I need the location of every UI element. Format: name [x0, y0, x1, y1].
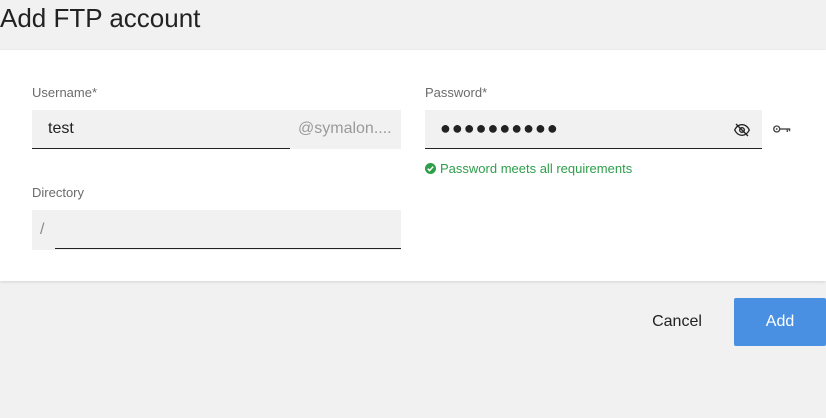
username-field[interactable]: test — [32, 110, 290, 149]
username-value: test — [48, 120, 74, 137]
password-value: ●●●●●●●●●● — [440, 118, 559, 138]
directory-input[interactable] — [55, 210, 401, 249]
key-icon[interactable] — [773, 123, 791, 135]
username-label: Username* — [32, 85, 98, 100]
password-hint: Password meets all requirements — [425, 161, 632, 176]
password-hint-text: Password meets all requirements — [440, 161, 633, 176]
form-card: Username* test @symalon.... Password* ●●… — [0, 50, 826, 281]
username-domain-suffix: @symalon.... — [290, 110, 401, 149]
check-circle-icon — [425, 163, 436, 174]
directory-label: Directory — [32, 185, 85, 200]
directory-prefix: / — [40, 221, 45, 238]
cancel-button[interactable]: Cancel — [640, 298, 714, 346]
password-field[interactable]: ●●●●●●●●●● — [425, 110, 762, 149]
eye-off-icon[interactable] — [733, 122, 751, 138]
page-title: Add FTP account — [0, 3, 201, 33]
add-button[interactable]: Add — [734, 298, 826, 346]
password-label: Password* — [425, 85, 488, 100]
add-ftp-account-page: Add FTP account Username* test @symalon.… — [0, 0, 826, 418]
directory-field-wrap: / — [32, 210, 401, 250]
